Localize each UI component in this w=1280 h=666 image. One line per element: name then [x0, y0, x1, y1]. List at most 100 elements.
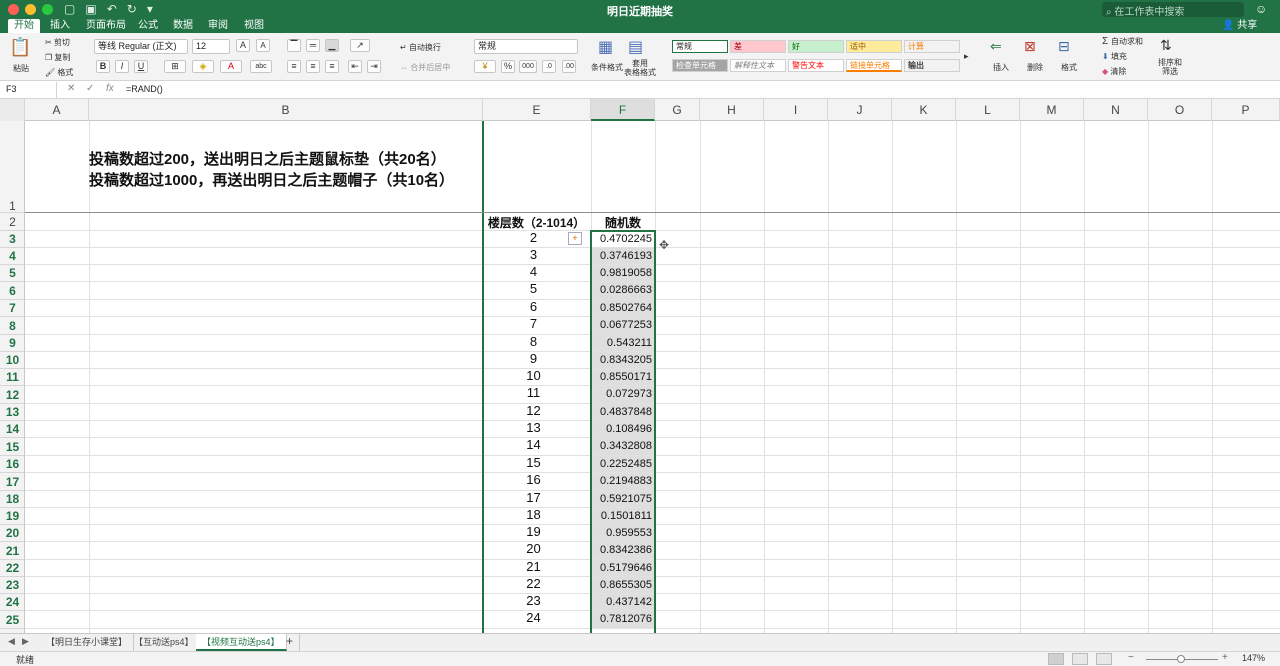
- random-cell[interactable]: 0.0677253: [591, 317, 655, 334]
- floor-cell[interactable]: 7: [483, 315, 584, 333]
- random-cell[interactable]: 0.0286663: [591, 282, 655, 299]
- font-name-select[interactable]: 等线 Regular (正文): [94, 39, 188, 54]
- style-good[interactable]: 好: [788, 40, 844, 53]
- row-header[interactable]: 18: [0, 491, 24, 508]
- column-header[interactable]: I: [764, 99, 828, 121]
- style-neutral[interactable]: 适中: [846, 40, 902, 53]
- column-header[interactable]: G: [655, 99, 700, 121]
- tab-data[interactable]: 数据: [167, 19, 199, 33]
- fill-button[interactable]: ⬇ 填充: [1102, 51, 1127, 62]
- style-warning[interactable]: 警告文本: [788, 59, 844, 72]
- conditional-format-icon[interactable]: ▦: [598, 37, 613, 57]
- random-cell[interactable]: 0.4837848: [591, 404, 655, 420]
- align-center-icon[interactable]: ≡: [306, 60, 320, 73]
- row-header[interactable]: 13: [0, 404, 24, 421]
- floor-cell[interactable]: 19: [483, 523, 584, 540]
- decrease-font-icon[interactable]: A: [256, 39, 270, 52]
- add-sheet-button[interactable]: +: [280, 634, 301, 651]
- clear-button[interactable]: ◆ 清除: [1102, 66, 1126, 77]
- format-cells-icon[interactable]: ⊟: [1058, 38, 1070, 55]
- row-header[interactable]: 10: [0, 352, 24, 369]
- row-header[interactable]: 21: [0, 542, 24, 560]
- floor-cell[interactable]: 5: [483, 280, 584, 298]
- row-header[interactable]: 17: [0, 473, 24, 491]
- floor-cell[interactable]: 20: [483, 540, 584, 558]
- confirm-icon[interactable]: ✓: [86, 83, 94, 94]
- random-cell[interactable]: 0.8655305: [591, 577, 655, 593]
- style-linked-cell[interactable]: 链接单元格: [846, 59, 902, 72]
- floor-cell[interactable]: 13: [483, 419, 584, 436]
- floor-cell[interactable]: 23: [483, 592, 584, 609]
- autosum-button[interactable]: Σ 自动求和: [1102, 36, 1143, 47]
- random-cell[interactable]: 0.2194883: [591, 473, 655, 490]
- wrap-text-button[interactable]: ↵ 自动换行: [400, 42, 441, 53]
- table-format-icon[interactable]: ▤: [628, 37, 643, 57]
- align-left-icon[interactable]: ≡: [287, 60, 301, 73]
- tab-formulas[interactable]: 公式: [132, 19, 164, 33]
- floor-cell[interactable]: 15: [483, 454, 584, 471]
- style-output[interactable]: 输出: [904, 59, 960, 72]
- floor-cell[interactable]: 16: [483, 471, 584, 489]
- thousands-button[interactable]: 000: [519, 60, 537, 73]
- percent-button[interactable]: %: [501, 60, 515, 73]
- random-cell[interactable]: 0.3746193: [591, 248, 655, 264]
- increase-font-icon[interactable]: A: [236, 39, 250, 52]
- sheet-tab[interactable]: 【互动送ps4】: [128, 634, 201, 651]
- accounting-format-icon[interactable]: ¥: [474, 60, 496, 73]
- row-header[interactable]: 9: [0, 335, 24, 352]
- row-header[interactable]: 22: [0, 560, 24, 577]
- paste-icon[interactable]: 📋: [9, 37, 31, 58]
- decrease-decimal-icon[interactable]: .00: [562, 60, 576, 73]
- underline-button[interactable]: U: [134, 60, 148, 73]
- random-cell[interactable]: 0.5921075: [591, 491, 655, 507]
- style-calculation[interactable]: 计算: [904, 40, 960, 53]
- number-format-select[interactable]: 常规: [474, 39, 578, 54]
- zoom-in-icon[interactable]: +: [1222, 652, 1228, 663]
- row-header[interactable]: 5: [0, 265, 24, 282]
- row-header[interactable]: 19: [0, 508, 24, 525]
- random-cell[interactable]: 0.8502764: [591, 300, 655, 316]
- column-header[interactable]: E: [483, 99, 591, 121]
- floor-cell[interactable]: 8: [483, 333, 584, 350]
- align-top-icon[interactable]: ▔: [287, 39, 301, 52]
- tab-page-layout[interactable]: 页面布局: [80, 19, 132, 33]
- floor-cell[interactable]: 11: [483, 384, 584, 402]
- floor-cell[interactable]: 24: [483, 609, 584, 627]
- borders-icon[interactable]: ⊞: [164, 60, 186, 73]
- paste-options-icon[interactable]: +: [568, 232, 582, 245]
- column-header[interactable]: K: [892, 99, 956, 121]
- delete-cells-icon[interactable]: ⊠: [1024, 38, 1036, 55]
- row-header[interactable]: 3: [0, 231, 24, 248]
- row-header[interactable]: 7: [0, 300, 24, 317]
- bold-button[interactable]: B: [96, 60, 110, 73]
- row-header[interactable]: 14: [0, 421, 24, 438]
- align-right-icon[interactable]: ≡: [325, 60, 339, 73]
- page-layout-view-icon[interactable]: [1072, 653, 1088, 665]
- row-header[interactable]: 25: [0, 611, 24, 629]
- random-cell[interactable]: 0.072973: [591, 386, 655, 403]
- column-header[interactable]: P: [1212, 99, 1280, 121]
- column-header[interactable]: B: [89, 99, 483, 121]
- tab-home[interactable]: 开始: [8, 19, 40, 33]
- column-header[interactable]: H: [700, 99, 764, 121]
- column-header[interactable]: N: [1084, 99, 1148, 121]
- style-explanatory[interactable]: 解释性文本: [730, 59, 786, 72]
- random-cell-active[interactable]: 0.4702245: [591, 231, 655, 247]
- row-header[interactable]: 8: [0, 317, 24, 335]
- random-cell[interactable]: 0.8342386: [591, 542, 655, 559]
- decrease-indent-icon[interactable]: ⇤: [348, 60, 362, 73]
- sort-filter-button[interactable]: 排序和 筛选: [1158, 58, 1182, 76]
- random-cell[interactable]: 0.437142: [591, 594, 655, 610]
- conditional-format-button[interactable]: 条件格式: [591, 62, 623, 73]
- worksheet-grid[interactable]: 投稿数超过200，送出明日之后主题鼠标垫（共20名） 投稿数超过1000，再送出…: [25, 121, 1280, 633]
- insert-function-icon[interactable]: fx: [106, 83, 114, 94]
- tab-review[interactable]: 审阅: [202, 19, 234, 33]
- increase-decimal-icon[interactable]: .0: [542, 60, 556, 73]
- style-normal[interactable]: 常规: [672, 40, 728, 53]
- column-header[interactable]: M: [1020, 99, 1084, 121]
- random-cell[interactable]: 0.9819058: [591, 265, 655, 281]
- sheet-search-input[interactable]: ⌕ 在工作表中搜索: [1102, 2, 1244, 17]
- row-header[interactable]: 1: [0, 121, 24, 213]
- floor-cell[interactable]: 12: [483, 402, 584, 419]
- paste-button[interactable]: 粘贴: [13, 63, 29, 74]
